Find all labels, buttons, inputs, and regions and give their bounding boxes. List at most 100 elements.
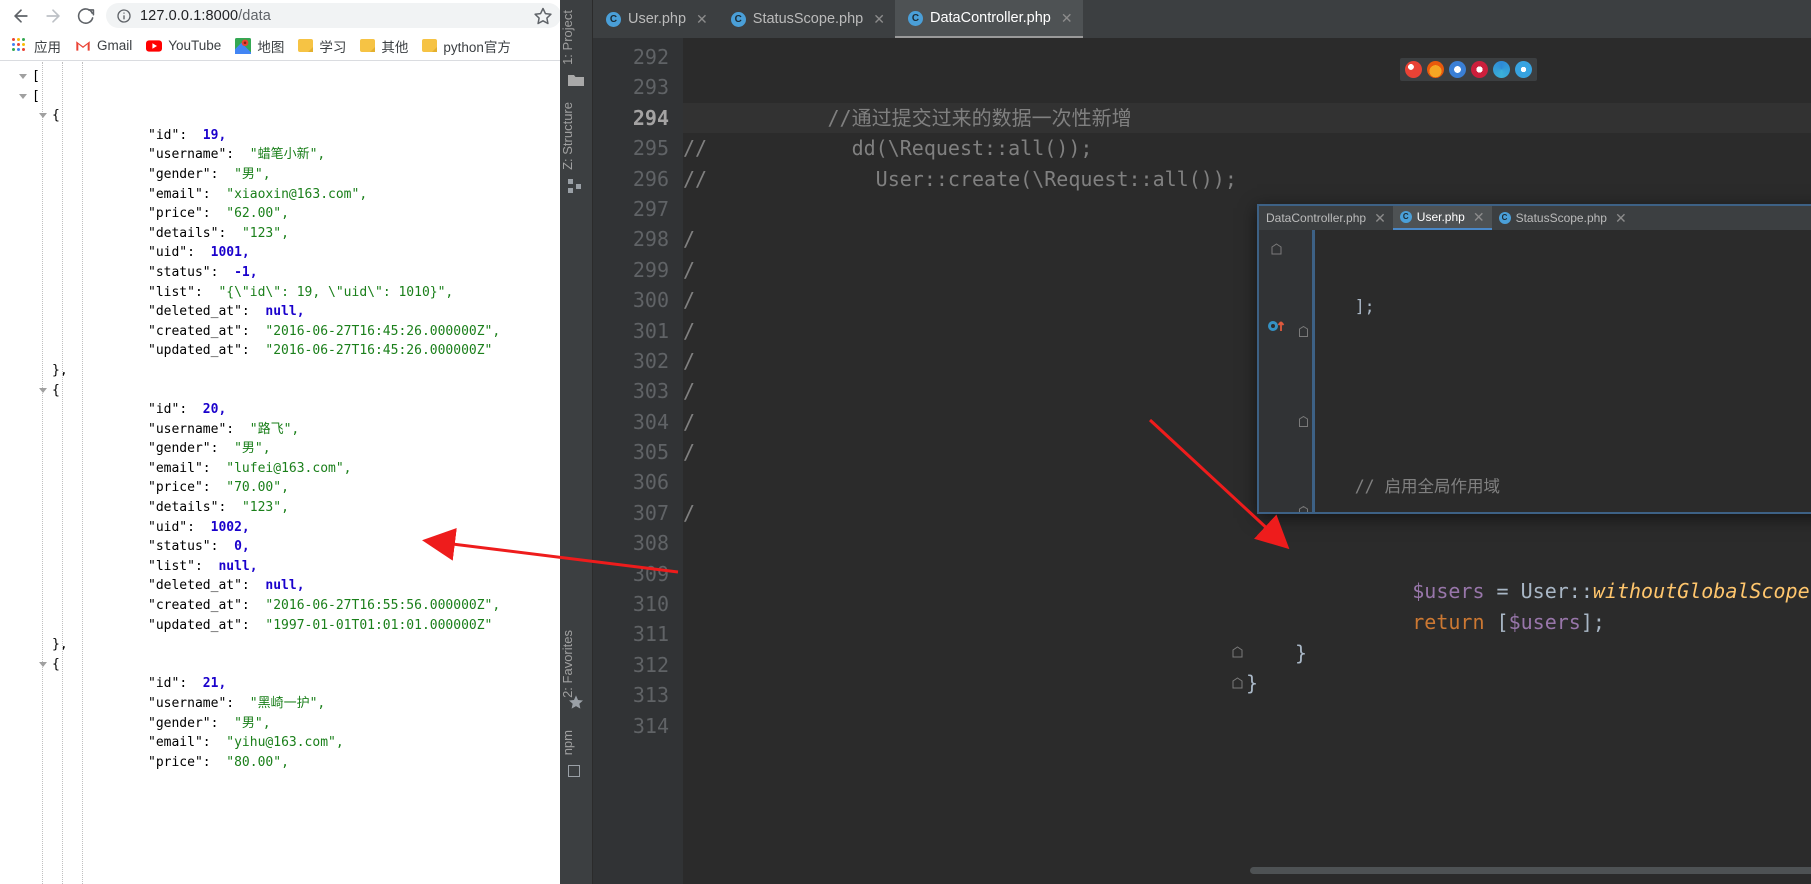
collapse-triangle-icon[interactable]	[38, 381, 48, 401]
json-value: "路飞",	[249, 421, 300, 437]
phpstorm-ide-window: 1: Project Z: Structure 2: Favorites npm…	[560, 0, 1811, 884]
json-line-text: "deleted_at": null,	[148, 302, 305, 322]
code-line-text: /	[683, 318, 696, 343]
json-separator: :	[202, 735, 227, 751]
popup-code-lines[interactable]: ]; // 启用全局作用域 protected static function …	[1315, 230, 1811, 512]
bookmark-gmail[interactable]: Gmail	[69, 35, 140, 57]
editor-horizontal-scrollbar[interactable]	[1250, 867, 1811, 874]
line-number: 306	[632, 470, 669, 495]
json-line: "username": "黑崎一护",	[0, 694, 645, 714]
json-line: "list": null,	[0, 557, 645, 577]
forward-button[interactable]	[38, 3, 68, 29]
json-value: 1002,	[210, 519, 250, 535]
collapse-triangle-icon[interactable]	[38, 655, 48, 675]
bookmark-folder-other[interactable]: 其他	[354, 33, 416, 59]
override-method-icon[interactable]	[1267, 318, 1285, 332]
editor-tab-statusscope[interactable]: C StatusScope.php ✕	[718, 0, 895, 38]
close-icon[interactable]: ✕	[1615, 210, 1627, 227]
json-value: "黑崎一护",	[249, 696, 326, 711]
json-line-text: "email": "xiaoxin@163.com",	[148, 185, 367, 205]
collapse-triangle-icon[interactable]	[18, 67, 28, 87]
tool-window-project[interactable]: 1: Project	[560, 6, 593, 69]
json-line-text: "gender": "男",	[148, 165, 271, 185]
close-icon[interactable]: ✕	[1374, 210, 1386, 227]
bookmark-maps[interactable]: 地图	[229, 33, 292, 59]
json-spacer	[78, 694, 88, 714]
json-separator: :	[241, 617, 266, 633]
json-spacer	[78, 478, 88, 498]
bookmark-apps[interactable]: 应用	[6, 33, 69, 59]
json-key: "id"	[148, 127, 180, 143]
json-line: "username": "蜡笔小新",	[0, 145, 645, 165]
tool-window-favorites[interactable]: 2: Favorites	[560, 626, 593, 702]
json-spacer	[78, 204, 88, 224]
tool-window-npm[interactable]: npm	[560, 726, 593, 759]
fold-icon[interactable]	[1299, 322, 1308, 337]
json-value: "2016-06-27T16:55:56.000000Z",	[265, 598, 501, 614]
site-info-icon[interactable]	[116, 8, 132, 24]
fold-icon[interactable]	[1299, 502, 1308, 512]
json-key: "gender"	[148, 166, 211, 182]
json-line: },	[0, 361, 645, 381]
collapse-triangle-icon[interactable]	[18, 87, 28, 107]
editor-tab-user[interactable]: C User.php ✕	[593, 0, 718, 38]
close-icon[interactable]: ✕	[1061, 10, 1073, 27]
php-class-icon: C	[730, 11, 746, 27]
close-icon[interactable]: ✕	[873, 11, 885, 28]
popup-tab-datacontroller[interactable]: DataController.php ✕	[1259, 206, 1393, 230]
star-icon	[568, 694, 584, 710]
bookmark-star-icon[interactable]	[533, 6, 553, 26]
popup-editor-body[interactable]: ]; // 启用全局作用域 protected static function …	[1259, 230, 1811, 512]
bookmark-youtube[interactable]: YouTube	[140, 35, 229, 57]
json-separator: :	[241, 578, 266, 594]
json-separator: :	[210, 441, 235, 457]
json-value: null,	[265, 304, 305, 320]
fold-icon[interactable]	[1271, 240, 1285, 255]
json-line-text: "id": 19,	[148, 126, 226, 146]
fold-icon[interactable]	[1232, 674, 1243, 693]
json-value: "62.00",	[226, 206, 289, 222]
json-key: "gender"	[148, 715, 211, 731]
bookmark-folder-study[interactable]: 学习	[292, 33, 354, 59]
opera-gx-icon[interactable]	[1471, 61, 1488, 78]
collapse-triangle-icon[interactable]	[38, 106, 48, 126]
run-in-browser-icons-main[interactable]	[1400, 58, 1537, 81]
chrome-icon[interactable]	[1405, 61, 1422, 78]
code-line-text: // dd(\Request::all());	[683, 136, 1093, 161]
json-separator: :	[210, 264, 235, 280]
json-line-text: "email": "yihu@163.com",	[148, 733, 344, 753]
bookmark-label: 其他	[381, 39, 409, 55]
opera-icon[interactable]	[1449, 61, 1466, 78]
close-icon[interactable]: ✕	[696, 11, 708, 28]
json-line-text: },	[52, 362, 68, 378]
close-icon[interactable]: ✕	[1473, 209, 1485, 226]
floating-code-preview-window[interactable]: DataController.php ✕ C User.php ✕ C Stat…	[1257, 204, 1811, 514]
address-bar[interactable]: 127.0.0.1:8000/data	[106, 3, 561, 28]
bookmark-folder-python[interactable]: python官方	[416, 33, 519, 59]
back-button[interactable]	[6, 3, 36, 29]
json-key: "list"	[148, 284, 195, 300]
popup-gutter	[1259, 230, 1315, 512]
reload-button[interactable]	[70, 3, 100, 29]
ie-icon[interactable]	[1515, 61, 1532, 78]
indent-guide	[62, 62, 63, 884]
fold-icon[interactable]	[1299, 412, 1308, 427]
json-separator: :	[226, 696, 250, 711]
bookmark-label: 地图	[257, 39, 285, 55]
tool-window-structure[interactable]: Z: Structure	[560, 98, 593, 174]
json-line-text: "username": "黑崎一护",	[148, 694, 325, 714]
json-line-text: "list": null,	[148, 557, 258, 577]
json-line-text: "details": "123",	[148, 224, 289, 244]
firefox-icon[interactable]	[1427, 61, 1444, 78]
json-separator: :	[179, 127, 203, 143]
editor-tab-datacontroller[interactable]: C DataController.php ✕	[894, 0, 1083, 38]
line-number: 292	[632, 45, 669, 69]
json-separator: :	[202, 460, 227, 476]
popup-tab-user[interactable]: C User.php ✕	[1392, 206, 1492, 230]
fold-icon[interactable]	[1232, 643, 1243, 662]
tab-label: DataController.php	[929, 10, 1051, 26]
edge-icon[interactable]	[1493, 61, 1510, 78]
folder-icon	[422, 39, 438, 52]
popup-tab-statusscope[interactable]: C StatusScope.php ✕	[1492, 206, 1634, 230]
php-class-icon: C	[606, 11, 621, 27]
